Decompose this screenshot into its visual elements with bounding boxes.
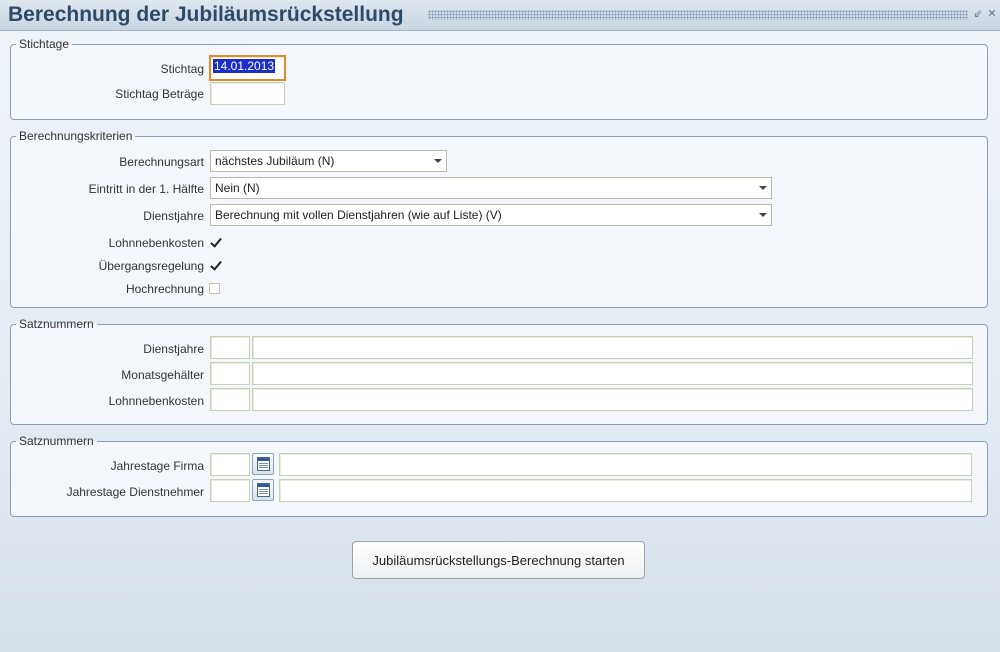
berechnungsart-label: Berechnungsart [119, 155, 204, 169]
jahrestage-firma-description[interactable] [279, 453, 972, 476]
sn-lohnnebenkosten-description[interactable] [252, 388, 973, 411]
title-bar: Berechnung der Jubiläumsrückstellung ⇙ ✕ [0, 0, 1000, 31]
start-berechnung-button[interactable]: Jubiläumsrückstellungs-Berechnung starte… [352, 541, 645, 579]
stichtag-betraege-input[interactable] [210, 82, 285, 105]
calendar-icon [257, 457, 270, 471]
calendar-icon [257, 483, 270, 497]
sn-lohnnebenkosten-number-input[interactable] [210, 388, 250, 411]
sn-monatsgehaelter-number-input[interactable] [210, 362, 250, 385]
restore-icon[interactable]: ⇙ [972, 8, 984, 20]
chevron-down-icon [759, 213, 767, 217]
stichtage-group: Stichtage [10, 37, 988, 120]
uebergangsregelung-label: Übergangsregelung [98, 259, 204, 273]
stichtag-betraege-label: Stichtag Beträge [115, 87, 204, 101]
berechnungsart-select[interactable]: nächstes Jubiläum (N) [210, 150, 447, 172]
uebergangsregelung-checkbox[interactable] [210, 260, 221, 271]
close-icon[interactable]: ✕ [986, 8, 998, 20]
hochrechnung-label: Hochrechnung [125, 282, 204, 296]
dienstjahre-select[interactable]: Berechnung mit vollen Dienstjahren (wie … [210, 204, 772, 226]
eintritt-select[interactable]: Nein (N) [210, 177, 772, 199]
window-title: Berechnung der Jubiläumsrückstellung [8, 3, 404, 26]
satznummern-legend-2: Satznummern [19, 434, 94, 448]
stichtag-value: 14.01.2013 [213, 59, 276, 73]
jahrestage-dienstnehmer-input[interactable] [210, 479, 250, 502]
sn-monatsgehaelter-description[interactable] [252, 362, 973, 385]
sn-lohnnebenkosten-label: Lohnnebenkosten [108, 394, 204, 408]
berechnungskriterien-legend: Berechnungskriterien [19, 129, 133, 143]
dienstjahre-value: Berechnung mit vollen Dienstjahren (wie … [215, 208, 502, 222]
sn-dienstjahre-label: Dienstjahre [143, 342, 204, 356]
chevron-down-icon [759, 186, 767, 190]
stichtag-label: Stichtag [160, 62, 204, 76]
jahrestage-dienstnehmer-calendar-button[interactable] [252, 479, 274, 501]
jahrestage-firma-label: Jahrestage Firma [110, 459, 204, 473]
jahrestage-dienstnehmer-label: Jahrestage Dienstnehmer [66, 485, 204, 499]
chevron-down-icon [434, 159, 442, 163]
dienstjahre-label: Dienstjahre [143, 209, 204, 223]
jahrestage-firma-calendar-button[interactable] [252, 453, 274, 475]
berechnungsart-value: nächstes Jubiläum (N) [215, 154, 335, 168]
hochrechnung-checkbox[interactable] [209, 283, 220, 294]
jahrestage-firma-input[interactable] [210, 453, 250, 476]
sn-dienstjahre-description[interactable] [252, 336, 973, 359]
stichtage-legend: Stichtage [19, 37, 70, 51]
lohnnebenkosten-checkbox[interactable] [210, 237, 221, 248]
eintritt-value: Nein (N) [215, 181, 260, 195]
sn-monatsgehaelter-label: Monatsgehälter [121, 368, 204, 382]
sn-dienstjahre-number-input[interactable] [210, 336, 250, 359]
eintritt-label: Eintritt in der 1. Hälfte [88, 182, 204, 196]
jahrestage-dienstnehmer-description[interactable] [279, 479, 972, 502]
satznummern-legend-1: Satznummern [19, 317, 94, 331]
lohnnebenkosten-label: Lohnnebenkosten [108, 236, 204, 250]
form-content: Stichtage Stichtag 14.01.2013 Stichtag B… [0, 31, 1000, 652]
title-bar-pattern [428, 10, 968, 20]
stichtag-input[interactable]: 14.01.2013 [209, 55, 286, 81]
